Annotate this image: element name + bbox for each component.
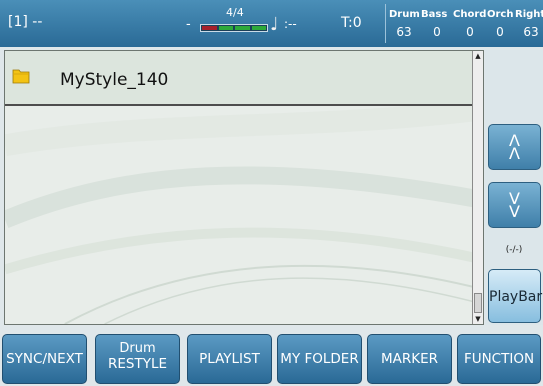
function-button-bar: SYNC/NEXT Drum RESTYLE PLAYLIST MY FOLDE… [0,329,543,386]
registration-slot[interactable]: [1] -- [8,14,42,30]
beat-2 [218,26,233,30]
volume-label-orch: Orch [487,9,514,20]
volume-orch[interactable]: 0 [494,25,506,39]
scrollbar-thumb[interactable] [474,293,482,313]
beat-4 [251,26,266,30]
page-down-button[interactable]: VV [488,182,541,228]
volume-label-drum: Drum [389,9,420,20]
beat-1 [202,26,217,30]
marker-label: MARKER [380,351,439,367]
double-chevron-down-icon: VV [509,189,520,221]
my-folder-button[interactable]: MY FOLDER [277,334,362,384]
volume-chord[interactable]: 0 [464,25,476,39]
volume-drum[interactable]: 63 [396,25,412,39]
my-folder-label: MY FOLDER [280,351,359,367]
sync-next-label: SYNC/NEXT [6,351,83,367]
volume-label-chord: Chord [453,9,487,20]
divider [385,4,386,43]
double-chevron-up-icon: ΛΛ [509,131,520,163]
time-signature: 4/4 [226,6,244,19]
function-label: FUNCTION [463,351,535,367]
volume-right[interactable]: 63 [523,25,539,39]
function-button[interactable]: FUNCTION [457,334,541,384]
volume-label-bass: Bass [421,9,448,20]
drum-restyle-label-line1: Drum [119,341,156,356]
volume-label-right: Right [515,9,543,20]
list-item-label: MyStyle_140 [60,70,169,90]
beat-3 [235,26,250,30]
tempo-value[interactable]: :-- [284,17,297,31]
quarter-note-icon: ♩ [270,14,279,35]
folder-icon [12,69,30,84]
page-indicator: (-/-) [505,245,523,255]
playlist-label: PLAYLIST [199,351,260,367]
scrollbar[interactable]: ▲ ▼ [472,51,483,324]
status-bar: [1] -- - 4/4 ♩ :-- T:0 Drum Bass Chord O… [0,0,543,47]
drum-restyle-button[interactable]: Drum RESTYLE [95,334,180,384]
beat-meter [200,24,268,32]
playbar-button[interactable]: PlayBar [488,269,542,323]
side-panel: ΛΛ VV (-/-) PlayBar [485,50,543,325]
meter-dash: - [186,17,191,32]
scroll-up-arrow-icon[interactable]: ▲ [473,51,483,61]
volume-bass[interactable]: 0 [431,25,443,39]
drum-restyle-label-line2: RESTYLE [107,356,168,372]
sync-next-button[interactable]: SYNC/NEXT [2,334,87,384]
playlist-button[interactable]: PLAYLIST [187,334,272,384]
scroll-down-arrow-icon[interactable]: ▼ [473,314,483,324]
page-up-button[interactable]: ΛΛ [488,124,541,170]
style-browser-list[interactable]: MyStyle_140 ▲ ▼ [4,50,484,325]
list-item[interactable]: MyStyle_140 [5,51,473,106]
marker-button[interactable]: MARKER [367,334,452,384]
transpose-value[interactable]: T:0 [341,15,362,31]
